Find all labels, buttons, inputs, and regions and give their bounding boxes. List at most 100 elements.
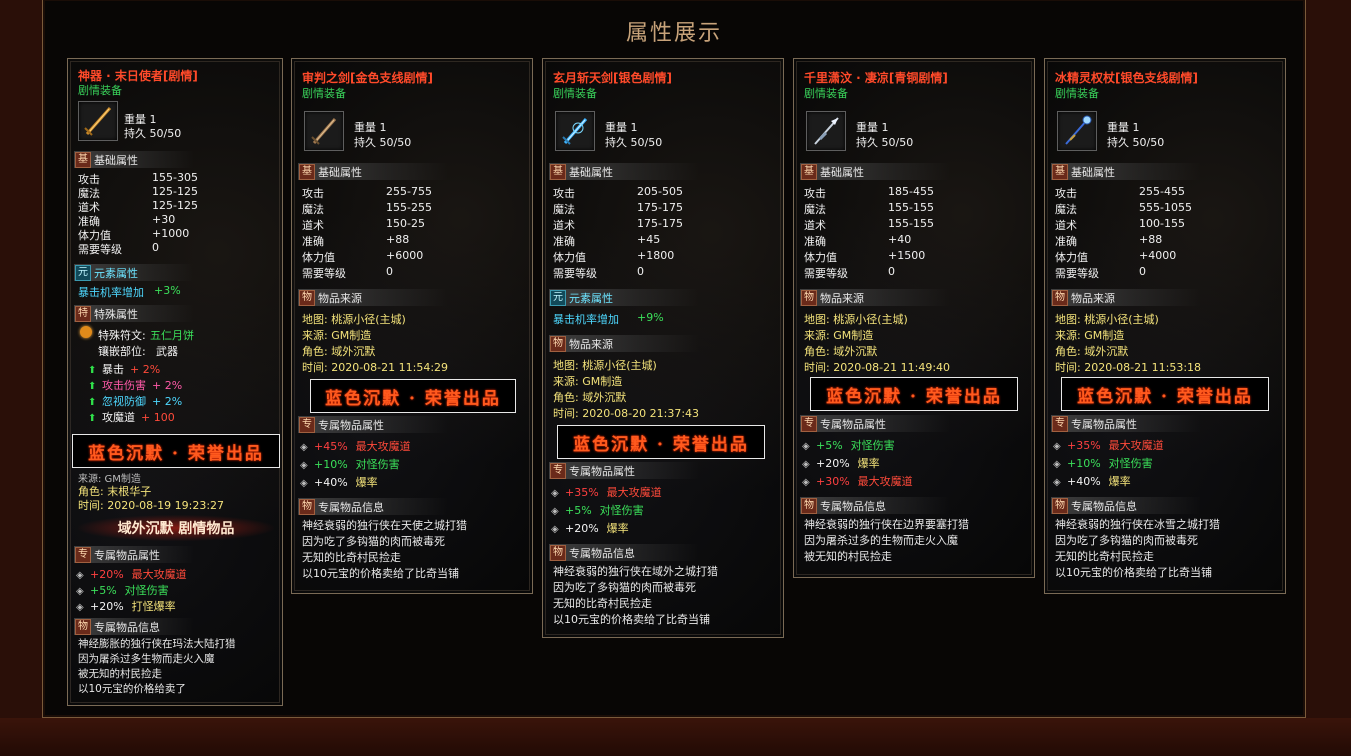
stat-value: +88	[1139, 233, 1163, 246]
diamond-icon: ◈	[300, 460, 308, 471]
map: 地图: 桃源小径(主城)	[553, 359, 657, 372]
stat-value: 155-155	[888, 201, 934, 214]
durability: 持久 50/50	[856, 136, 914, 149]
arrow-up-icon: ⬆	[88, 365, 97, 376]
item-name: 审判之剑[金色支线剧情]	[302, 71, 433, 85]
stat-value: 255-755	[386, 185, 432, 198]
stat-label: 魔法	[553, 203, 575, 216]
section-source: 物物品来源	[800, 289, 950, 306]
item-type: 剧情装备	[553, 87, 597, 100]
stat-value: 185-455	[888, 185, 934, 198]
info-line: 神经衰弱的独行侠在冰雪之城打猎	[1055, 518, 1220, 531]
element-stat: 暴击机率增加	[553, 313, 619, 326]
origin: 来源: GM制造	[804, 329, 874, 342]
diamond-icon: ◈	[76, 602, 84, 613]
stat-value: +45	[637, 233, 661, 246]
stat-label: 魔法	[1055, 203, 1077, 216]
item-card-4: 千里潇汶 · 凄凉[青铜剧情] 剧情装备 重量 1 持久 50/50 基基础属性…	[793, 58, 1035, 578]
stat-label: 魔法	[804, 203, 826, 216]
info-line: 无知的比奇村民捡走	[302, 551, 401, 564]
section-source: 物物品来源	[549, 335, 699, 352]
stat-label: 体力值	[1055, 251, 1088, 264]
stat-label: 道术	[1055, 219, 1077, 232]
stat-value: +30	[152, 213, 176, 226]
origin: 来源: GM制造	[553, 375, 623, 388]
map: 地图: 桃源小径(主城)	[1055, 313, 1159, 326]
element-value: +9%	[637, 311, 664, 324]
diamond-icon: ◈	[1053, 441, 1061, 452]
stat-label: 体力值	[302, 251, 335, 264]
role: 角色: 域外沉默	[302, 345, 376, 358]
info-line: 神经衰弱的独行侠在域外之城打猎	[553, 565, 718, 578]
element-value: +3%	[154, 284, 181, 297]
info-line: 因为吃了多钩猫的肉而被毒死	[1055, 534, 1198, 547]
golden-sword-icon[interactable]	[78, 101, 118, 141]
section-basic: 基基础属性	[74, 151, 194, 168]
bronze-sword-icon[interactable]	[304, 111, 344, 151]
brand-banner: 蓝色沉默 · 荣誉出品	[557, 425, 765, 459]
info-line: 以10元宝的价格给卖了	[78, 683, 186, 695]
stat-label: 攻击	[804, 187, 826, 200]
item-card-3: 玄月斩天剑[银色剧情] 剧情装备 重量 1 持久 50/50 基基础属性 攻击 …	[542, 58, 784, 638]
stat-value: +6000	[386, 249, 424, 262]
section-element: 元元素属性	[549, 289, 699, 306]
ice-staff-icon[interactable]	[1057, 111, 1097, 151]
ice-sword-icon[interactable]	[555, 111, 595, 151]
info-line: 因为屠杀过多的生物而走火入魔	[804, 534, 958, 547]
stat-value: 150-25	[386, 217, 425, 230]
stat-value: 0	[1139, 265, 1146, 278]
bottom-strip	[0, 718, 1351, 756]
info-line: 以10元宝的价格卖给了比奇当铺	[1055, 566, 1212, 579]
silver-spear-icon[interactable]	[806, 111, 846, 151]
stat-value: 0	[386, 265, 393, 278]
section-source: 物物品来源	[1051, 289, 1201, 306]
durability: 持久 50/50	[124, 127, 182, 140]
info-line: 因为吃了多钩猫的肉而被毒死	[553, 581, 696, 594]
origin: 来源: GM制造	[1055, 329, 1125, 342]
section-exclusive: 专专属物品属性	[800, 415, 950, 432]
rune-label: 特殊符文:	[98, 329, 146, 342]
section-special: 特特殊属性	[74, 305, 194, 322]
section-basic: 基基础属性	[1051, 163, 1201, 180]
stat-value: +1000	[152, 227, 190, 240]
info-line: 以10元宝的价格卖给了比奇当铺	[302, 567, 459, 580]
stat-value: 175-175	[637, 201, 683, 214]
stat-label: 需要等级	[302, 267, 346, 280]
slot-label: 镶嵌部位:	[98, 345, 146, 358]
info-line: 因为吃了多钩猫的肉而被毒死	[302, 535, 445, 548]
stat-label: 道术	[804, 219, 826, 232]
item-card-2: 审判之剑[金色支线剧情] 剧情装备 重量 1 持久 50/50 基基础属性 攻击…	[291, 58, 533, 594]
section-basic: 基基础属性	[800, 163, 950, 180]
weight: 重量 1	[1107, 121, 1140, 134]
stat-label: 准确	[804, 235, 826, 248]
diamond-icon: ◈	[551, 524, 559, 535]
stat-value: 155-305	[152, 171, 198, 184]
section-exclusive: 专专属物品属性	[298, 416, 448, 433]
time: 时间: 2020-08-21 11:49:40	[804, 361, 951, 374]
arrow-up-icon: ⬆	[88, 381, 97, 392]
section-exclusive: 专专属物品属性	[549, 462, 699, 479]
diamond-icon: ◈	[76, 586, 84, 597]
slot-value: 武器	[156, 345, 178, 358]
stat-label: 道术	[302, 219, 324, 232]
stat-value: 175-175	[637, 217, 683, 230]
stat-label: 攻击	[1055, 187, 1077, 200]
arrow-up-icon: ⬆	[88, 397, 97, 408]
stat-value: 125-125	[152, 199, 198, 212]
info-line: 神经衰弱的独行侠在天使之城打猎	[302, 519, 467, 532]
durability: 持久 50/50	[605, 136, 663, 149]
info-line: 无知的比奇村民捡走	[1055, 550, 1154, 563]
stat-label: 需要等级	[553, 267, 597, 280]
stat-value: +88	[386, 233, 410, 246]
item-type: 剧情装备	[1055, 87, 1099, 100]
info-line: 被无知的村民捡走	[78, 668, 162, 680]
brand-banner: 蓝色沉默 · 荣誉出品	[72, 434, 280, 468]
stat-label: 攻击	[553, 187, 575, 200]
diamond-icon: ◈	[300, 442, 308, 453]
info-line: 神经膨胀的独行侠在玛法大陆打猎	[78, 638, 236, 650]
section-basic: 基基础属性	[549, 163, 699, 180]
section-source: 物物品来源	[298, 289, 448, 306]
section-exclusive: 专专属物品属性	[1051, 415, 1201, 432]
stat-value: 0	[888, 265, 895, 278]
diamond-icon: ◈	[802, 477, 810, 488]
